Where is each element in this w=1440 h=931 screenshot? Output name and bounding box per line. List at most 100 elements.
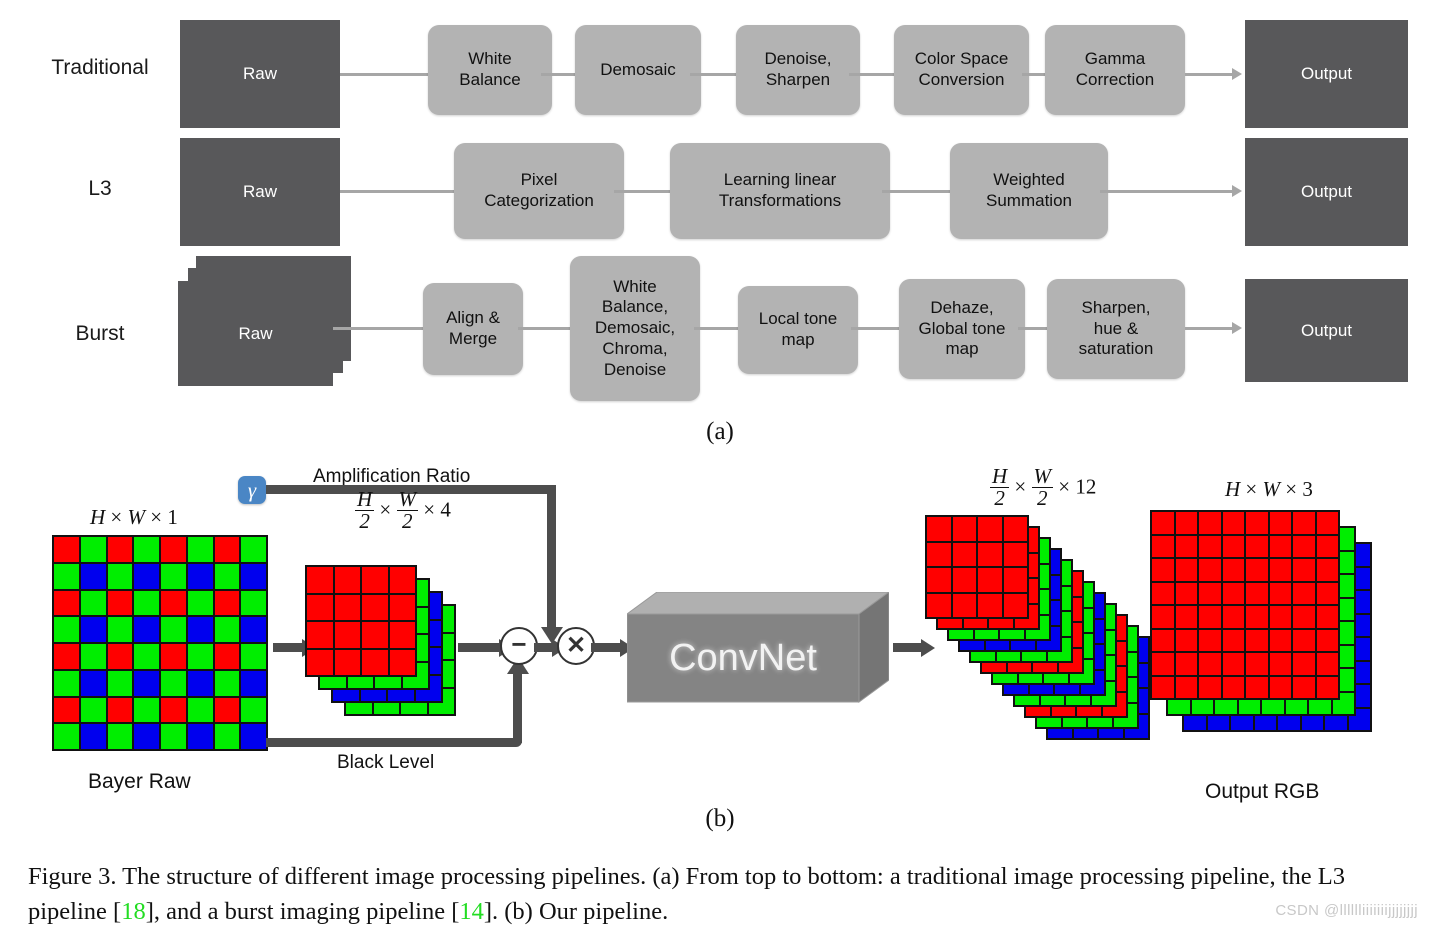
- bayer-cell: [80, 590, 106, 616]
- stage-line: Transformations: [718, 191, 842, 210]
- black-level-label: Black Level: [337, 752, 435, 773]
- stage-box: Denoise, Sharpen: [736, 25, 860, 115]
- stage-line: Conversion: [918, 70, 1005, 89]
- plane-cell: [334, 594, 360, 620]
- bayer-cell: [80, 697, 106, 723]
- bayer-cell: [214, 644, 240, 669]
- stage-line: map: [945, 339, 979, 359]
- plane-cell: [1222, 582, 1244, 604]
- connector: [340, 73, 428, 76]
- stage-line: Denoise,: [764, 49, 832, 69]
- bayer-cell: [161, 697, 186, 723]
- amplification-path-vertical: [547, 485, 556, 635]
- connector: [340, 190, 456, 193]
- plane-cell: [1246, 535, 1268, 557]
- black-level-path-vertical: [513, 673, 522, 743]
- raw-input-burst: Raw: [178, 281, 333, 386]
- stage-box: Pixel Categorization: [454, 143, 624, 239]
- stage-line: Merge: [448, 329, 498, 348]
- conv-plane: [925, 515, 1029, 619]
- plane-cell: [1003, 568, 1027, 592]
- stage-box: Demosaic: [575, 25, 701, 115]
- plane-cell: [1269, 559, 1291, 581]
- plane-cell: [1316, 629, 1338, 651]
- raw-input-l3: Raw: [180, 138, 340, 246]
- bayer-cell: [107, 590, 133, 616]
- packed-channel-stack: [305, 565, 475, 725]
- bayer-cell: [187, 617, 213, 642]
- citation-ref-14[interactable]: 14: [459, 898, 484, 925]
- bayer-cell: [214, 617, 240, 642]
- plane-cell: [1293, 582, 1315, 604]
- stage-line: Chroma,: [602, 338, 668, 358]
- bayer-cell: [134, 590, 159, 616]
- frac-numerator: W: [1031, 464, 1054, 488]
- stage-line: Demosaic: [600, 59, 676, 79]
- plane-cell: [1152, 535, 1174, 557]
- citation-ref-18[interactable]: 18: [121, 898, 146, 925]
- plane-cell: [978, 568, 1002, 592]
- frac-denominator: 2: [359, 509, 370, 533]
- plane-cell: [1152, 559, 1174, 581]
- bayer-cell: [187, 670, 213, 696]
- panel-b-label: (b): [705, 805, 735, 832]
- stage-line: Summation: [986, 191, 1072, 210]
- bayer-cell: [54, 563, 79, 589]
- plane-cell: [1175, 653, 1197, 675]
- plane-cell: [389, 622, 415, 648]
- stage-box: Align & Merge: [423, 283, 523, 375]
- figure-caption: Figure 3. The structure of different ima…: [28, 860, 1418, 930]
- plane-cell: [389, 567, 415, 593]
- bayer-cell: [161, 644, 186, 669]
- bayer-cell: [80, 537, 106, 562]
- plane-cell: [1003, 517, 1027, 541]
- plane-cell: [307, 594, 333, 620]
- stage-line: Denoise: [603, 359, 667, 379]
- output-rgb-stack: [1150, 510, 1400, 750]
- frac-denominator: 2: [402, 509, 413, 533]
- plane-cell: [1269, 582, 1291, 604]
- stage-line: Demosaic,: [594, 318, 676, 338]
- plane-cell: [978, 517, 1002, 541]
- connector: [882, 190, 954, 193]
- black-level-path-horizontal: [266, 738, 522, 747]
- plane-cell: [1293, 653, 1315, 675]
- caption-text-2: ], and a burst imaging pipeline [: [145, 897, 460, 925]
- bayer-cell: [107, 644, 133, 669]
- connector: [518, 327, 574, 330]
- plane-cell: [1293, 559, 1315, 581]
- plane-cell: [952, 542, 976, 566]
- bayer-cell: [134, 617, 159, 642]
- plane-cell: [1222, 653, 1244, 675]
- plane-cell: [978, 593, 1002, 617]
- stage-box: Weighted Summation: [950, 143, 1108, 239]
- bayer-cell: [241, 590, 266, 616]
- packed-dimensions-label: H 2 × W 2 × 4: [355, 487, 451, 533]
- plane-cell: [1269, 676, 1291, 698]
- stage-box: White Balance: [428, 25, 552, 115]
- stage-line: Pixel: [520, 170, 558, 190]
- packed-plane: [305, 565, 417, 677]
- frac-denominator: 2: [994, 486, 1005, 510]
- bayer-cell: [54, 617, 79, 642]
- bayer-cell: [161, 724, 186, 749]
- stage-box: Gamma Correction: [1045, 25, 1185, 115]
- plane-cell: [1269, 629, 1291, 651]
- plane-cell: [1316, 512, 1338, 534]
- plane-cell: [1222, 629, 1244, 651]
- fraction-w-over-2: W 2: [1031, 464, 1054, 509]
- plane-cell: [1293, 606, 1315, 628]
- raw-input-traditional: Raw: [180, 20, 340, 128]
- plane-cell: [334, 622, 360, 648]
- plane-cell: [1269, 606, 1291, 628]
- stage-box: Local tone map: [738, 286, 858, 374]
- plane-cell: [1222, 512, 1244, 534]
- plane-cell: [389, 649, 415, 675]
- row-label-burst: Burst: [75, 322, 125, 345]
- plane-cell: [927, 542, 951, 566]
- bayer-cell: [80, 617, 106, 642]
- stage-box: Learning linear Transformations: [670, 143, 890, 239]
- bayer-cell: [187, 697, 213, 723]
- bayer-cell: [214, 697, 240, 723]
- plane-cell: [1316, 676, 1338, 698]
